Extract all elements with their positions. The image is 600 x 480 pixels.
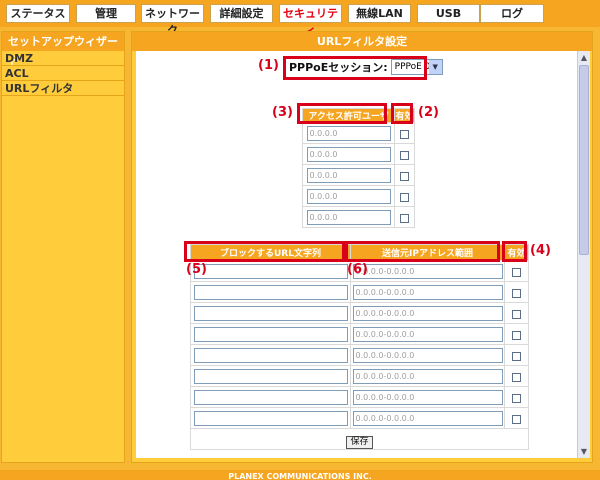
nav-tab-log[interactable]: ログ: [480, 4, 544, 23]
source-ip-range-input[interactable]: 0.0.0.0-0.0.0.0: [352, 263, 503, 279]
nav-tab-management[interactable]: 管理: [76, 4, 136, 23]
source-ip-range-input[interactable]: 0.0.0.0-0.0.0.0: [352, 389, 503, 405]
source-ip-range-input[interactable]: 0.0.0.0-0.0.0.0: [352, 326, 503, 342]
enable-checkbox[interactable]: [400, 129, 409, 139]
enable-checkbox[interactable]: [512, 309, 521, 319]
footer-company-name: PLANEX COMMUNICATIONS INC.: [228, 472, 372, 480]
save-button[interactable]: 保存: [346, 436, 373, 449]
chevron-down-icon[interactable]: ▼: [428, 60, 442, 74]
sidebar-item-dmz[interactable]: DMZ: [2, 51, 124, 66]
table-row: 0.0.0.0-0.0.0.0: [190, 386, 529, 408]
top-navigation: ステータス 管理 ネットワーク 詳細設定 セキュリティ 無線LAN USB ログ: [0, 0, 600, 37]
table-row: 0.0.0.0: [302, 122, 415, 144]
highlight-url-enable-checkbox: [502, 241, 527, 262]
enable-checkbox[interactable]: [400, 171, 409, 181]
nav-tab-network[interactable]: ネットワーク: [141, 4, 204, 37]
source-ip-range-input[interactable]: 0.0.0.0-0.0.0.0: [352, 284, 503, 300]
enable-checkbox[interactable]: [512, 372, 521, 382]
enable-checkbox[interactable]: [512, 330, 521, 340]
access-user-table: アクセス許可ユーザ 有効 0.0.0.0 0.0.0.0 0.0.0.0 0.0…: [302, 108, 415, 228]
highlight-source-ip-range-input: [345, 241, 500, 262]
block-url-input[interactable]: [193, 284, 348, 300]
scrollbar-thumb[interactable]: [579, 65, 589, 255]
callout-number-2: (2): [418, 105, 439, 120]
table-row: 0.0.0.0-0.0.0.0: [190, 323, 529, 345]
access-ip-input[interactable]: 0.0.0.0: [306, 146, 391, 162]
block-url-input[interactable]: [193, 326, 348, 342]
enable-checkbox[interactable]: [512, 393, 521, 403]
source-ip-range-input[interactable]: 0.0.0.0-0.0.0.0: [352, 347, 503, 363]
access-ip-input[interactable]: 0.0.0.0: [306, 209, 391, 225]
source-ip-range-input[interactable]: 0.0.0.0-0.0.0.0: [352, 410, 503, 426]
callout-number-5: (5): [186, 262, 207, 277]
source-ip-range-input[interactable]: 0.0.0.0-0.0.0.0: [352, 305, 503, 321]
scroll-up-icon[interactable]: ▲: [578, 51, 590, 64]
sidebar-item-url-filter[interactable]: URLフィルタ: [2, 81, 124, 96]
nav-tab-security[interactable]: セキュリティ: [279, 4, 342, 37]
nav-tab-wireless-lan[interactable]: 無線LAN: [348, 4, 411, 23]
table-row: 0.0.0.0-0.0.0.0: [190, 407, 529, 429]
table-row: 0.0.0.0-0.0.0.0: [190, 281, 529, 303]
table-row: 0.0.0.0: [302, 164, 415, 186]
page-title: URLフィルタ設定: [132, 32, 592, 51]
enable-checkbox[interactable]: [512, 267, 521, 277]
vertical-scrollbar[interactable]: ▲ ▼: [577, 51, 590, 458]
block-url-input[interactable]: [193, 263, 348, 279]
callout-number-3: (3): [272, 105, 293, 120]
enable-checkbox[interactable]: [400, 192, 409, 202]
table-row: 0.0.0.0-0.0.0.0: [190, 302, 529, 324]
callout-number-6: (6): [347, 262, 368, 277]
scroll-down-icon[interactable]: ▼: [578, 445, 590, 458]
sidebar-item-acl[interactable]: ACL: [2, 66, 124, 81]
callout-number-4: (4): [530, 243, 551, 258]
enable-checkbox[interactable]: [512, 351, 521, 361]
enable-checkbox[interactable]: [400, 150, 409, 160]
enable-checkbox[interactable]: [512, 288, 521, 298]
nav-tab-status[interactable]: ステータス: [6, 4, 70, 23]
highlight-access-enable-checkbox: [391, 103, 413, 124]
access-ip-input[interactable]: 0.0.0.0: [306, 167, 391, 183]
block-url-input[interactable]: [193, 305, 348, 321]
footer: PLANEX COMMUNICATIONS INC.: [0, 470, 600, 480]
block-url-input[interactable]: [193, 347, 348, 363]
access-ip-input[interactable]: 0.0.0.0: [306, 188, 391, 204]
nav-tab-advanced-settings[interactable]: 詳細設定: [210, 4, 273, 23]
table-row: 0.0.0.0: [302, 143, 415, 165]
nav-tab-usb[interactable]: USB: [417, 4, 480, 23]
block-url-input[interactable]: [193, 410, 348, 426]
source-ip-range-input[interactable]: 0.0.0.0-0.0.0.0: [352, 368, 503, 384]
highlight-block-url-input: [184, 241, 345, 262]
table-row: 0.0.0.0: [302, 206, 415, 228]
block-url-input[interactable]: [193, 389, 348, 405]
table-row: 0.0.0.0: [302, 185, 415, 207]
enable-checkbox[interactable]: [400, 213, 409, 223]
highlight-pppoe-session: [283, 56, 427, 80]
sidebar-item-setup-wizard[interactable]: セットアップウィザード: [2, 32, 124, 67]
enable-checkbox[interactable]: [512, 414, 521, 424]
sidebar: セットアップウィザード DMZ ACL URLフィルタ: [1, 31, 125, 463]
block-url-input[interactable]: [193, 368, 348, 384]
table-row: 0.0.0.0-0.0.0.0: [190, 344, 529, 366]
access-ip-input[interactable]: 0.0.0.0: [306, 125, 391, 141]
table-row: 0.0.0.0-0.0.0.0: [190, 365, 529, 387]
highlight-access-ip-input: [297, 103, 387, 124]
callout-number-1: (1): [258, 58, 279, 73]
